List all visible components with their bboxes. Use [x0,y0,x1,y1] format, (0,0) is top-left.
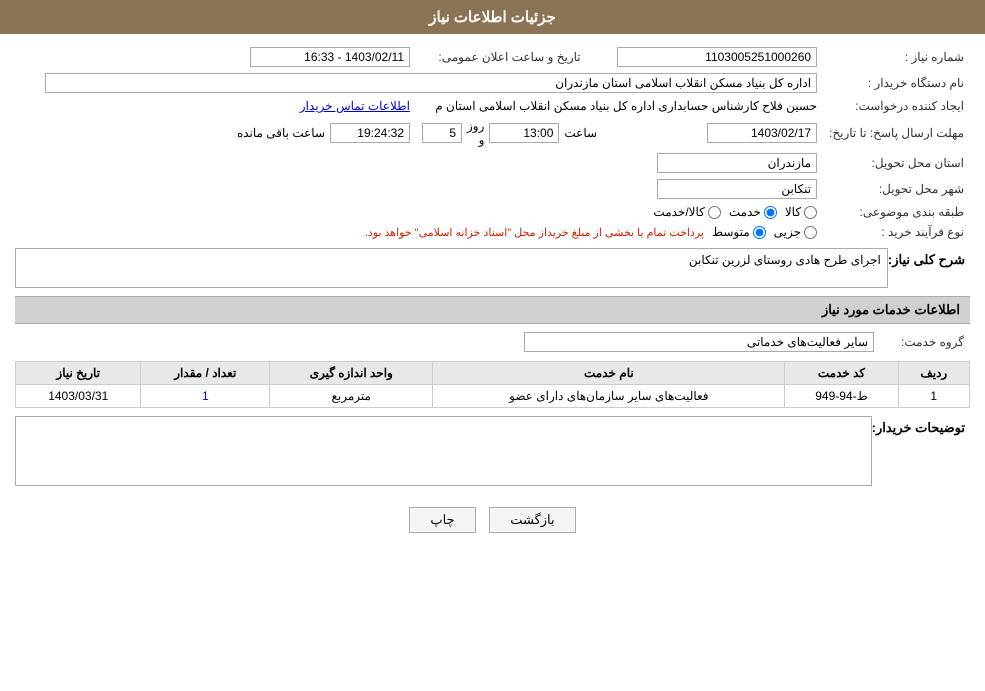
table-row: 1 ط-94-949 فعالیت‌های سایر سازمان‌های دا… [16,385,970,408]
mohlat-rooz-input[interactable] [422,123,462,143]
tabaqe-options: کالا خدمت کالا/خدمت [39,202,823,222]
tarikh-value [39,44,416,70]
mohlat-date-cell [603,116,823,150]
mohlat-saat-input[interactable] [489,123,559,143]
cell-radif: 1 [898,385,969,408]
tabaqe-khedmat-option[interactable]: خدمت [729,205,777,219]
button-bar: بازگشت چاپ [15,497,970,543]
service-table: ردیف کد خدمت نام خدمت واحد اندازه گیری ت… [15,361,970,408]
page-header: جزئیات اطلاعات نیاز [0,0,985,34]
contact-info-link[interactable]: اطلاعات تماس خریدار [300,99,410,113]
nam-dasgah-value [39,70,823,96]
ostan-input[interactable] [657,153,817,173]
ijad-link-cell: اطلاعات تماس خریدار [39,96,416,116]
cell-name: فعالیت‌های سایر سازمان‌های دارای عضو [433,385,785,408]
gorooh-input[interactable] [524,332,874,352]
tosif-content[interactable] [15,416,872,489]
ostan-label: استان محل تحویل: [823,150,970,176]
gorooh-label: گروه خدمت: [880,329,970,355]
col-tedad: تعداد / مقدار [141,362,270,385]
print-button[interactable]: چاپ [409,507,475,533]
shahr-input[interactable] [657,179,817,199]
cell-kod: ط-94-949 [785,385,898,408]
shahr-label: شهر محل تحویل: [823,176,970,202]
col-kod: کد خدمت [785,362,898,385]
ostan-value [603,150,823,176]
col-name: نام خدمت [433,362,785,385]
shomara-niaz-label: شماره نیاز : [823,44,970,70]
sharh-value: اجرای طرح هادی روستای لزرین تنکابن [689,253,881,267]
col-vahed: واحد اندازه گیری [270,362,433,385]
mohlat-date-input[interactable] [707,123,817,143]
mohlat-saat-cell: ساعت روز و [416,116,603,150]
tabaqe-kala-option[interactable]: کالا [785,205,817,219]
mohlat-mande-cell: ساعت باقی مانده [39,116,416,150]
mohlat-label: مهلت ارسال پاسخ: تا تاریخ: [823,116,970,150]
nam-dasgah-input[interactable] [45,73,817,93]
shomara-niaz-input[interactable] [617,47,817,67]
nam-dasgah-label: نام دستگاه خریدار : [823,70,970,96]
tarikh-label: تاریخ و ساعت اعلان عمومی: [416,44,603,70]
tarikh-input[interactable] [250,47,410,67]
nooe-jozii-option[interactable]: جزیی [774,225,817,239]
tabaqe-label: طبقه بندی موضوعی: [823,202,970,222]
tabaqe-kala-khedmat-option[interactable]: کالا/خدمت [653,205,720,219]
back-button[interactable]: بازگشت [489,507,575,533]
shahr-value [603,176,823,202]
col-radif: ردیف [898,362,969,385]
sharh-content: اجرای طرح هادی روستای لزرین تنکابن [15,248,888,288]
cell-tedad: 1 [141,385,270,408]
cell-vahed: مترمربع [270,385,433,408]
ijad-label: ایجاد کننده درخواست: [823,96,970,116]
nooe-note: پرداخت تمام یا بخشی از مبلغ خریداز محل "… [365,226,704,239]
mohlat-mande-input[interactable] [330,123,410,143]
nooe-label: نوع فرآیند خرید : [823,222,970,242]
tosif-label: توضیحات خریدار: [872,416,970,436]
tosif-textarea[interactable] [15,416,872,486]
col-tarikh: تاریخ نیاز [16,362,141,385]
nooe-motavasset-option[interactable]: متوسط [712,225,766,239]
sharh-label: شرح کلی نیاز: [888,248,970,268]
page-title: جزئیات اطلاعات نیاز [429,9,556,26]
ijad-value: حسین فلاح کارشناس حسابداری اداره کل بنیا… [416,96,823,116]
cell-tarikh: 1403/03/31 [16,385,141,408]
shomara-niaz-value [603,44,823,70]
service-section-header: اطلاعات خدمات مورد نیاز [15,296,970,324]
gorooh-value [15,329,880,355]
nooe-options-cell: جزیی متوسط پرداخت تمام یا بخشی از مبلغ خ… [39,222,823,242]
